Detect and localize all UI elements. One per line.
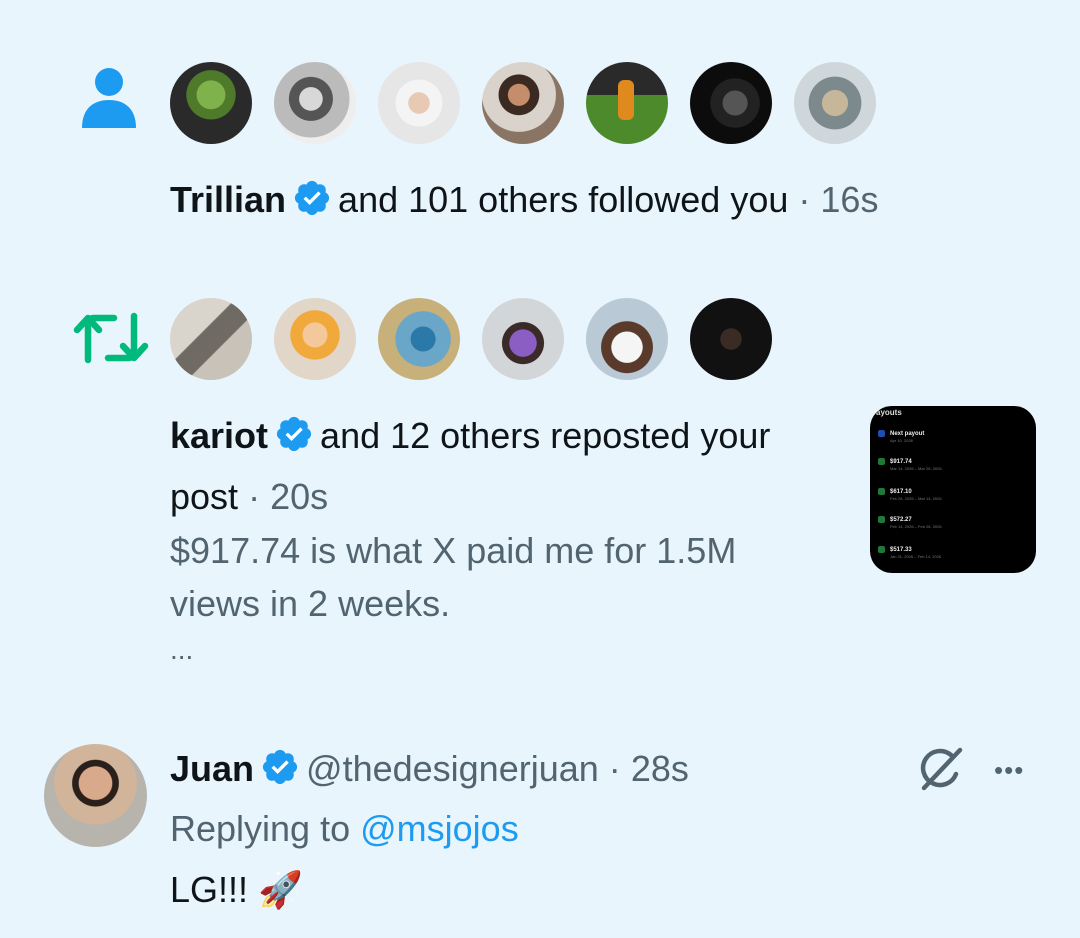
mention-link[interactable]: @msjojos <box>360 808 519 849</box>
payout-row: $517.33 Jan 31, 2026 – Feb 14, 2026 <box>878 546 941 559</box>
payout-row: $572.27 Feb 14, 2026 – Feb 28, 2026 <box>878 516 942 529</box>
avatar-man-dark[interactable] <box>690 298 772 380</box>
reply-author-avatar[interactable] <box>44 744 147 847</box>
avatar-car-interior[interactable] <box>170 298 252 380</box>
payout-row: Next payout Apr 10, 2026 <box>878 430 924 443</box>
actor-name[interactable]: Trillian <box>170 179 286 220</box>
avatar-dice[interactable] <box>690 62 772 144</box>
more-options-button[interactable]: ••• <box>994 752 1024 788</box>
avatar-woman-phone[interactable] <box>586 298 668 380</box>
post-thumbnail[interactable]: ayouts Next payout Apr 10, 2026 $917.74 Ma… <box>870 406 1036 573</box>
reply-text: LG!!! 🚀 <box>170 869 303 910</box>
timestamp[interactable]: 20s <box>270 476 328 517</box>
rocket-emoji-icon: 🚀 <box>258 869 303 910</box>
avatar-bearded-man[interactable] <box>274 62 356 144</box>
reply-author-name[interactable]: Juan <box>170 748 254 789</box>
avatar-book[interactable] <box>794 62 876 144</box>
follow-notification[interactable]: Trillian and 101 others followed you · 16… <box>0 0 1080 268</box>
repost-avatars <box>170 298 772 380</box>
avatar-soccer-player[interactable] <box>586 62 668 144</box>
payout-row: $617.10 Feb 28, 2026 – Mar 14, 2026 <box>878 488 942 501</box>
avatar-anime-ninja[interactable] <box>274 298 356 380</box>
timestamp[interactable]: 28s <box>631 748 689 789</box>
avatar-goblin[interactable] <box>170 62 252 144</box>
grok-icon[interactable] <box>918 746 966 794</box>
post-preview[interactable]: $917.74 is what X paid me for 1.5M views… <box>170 524 736 670</box>
repost-text-line2: post · 20s <box>170 476 329 517</box>
reply-handle[interactable]: @thedesignerjuan <box>306 748 599 789</box>
verified-badge-icon <box>294 180 330 216</box>
timestamp[interactable]: 16s <box>820 179 878 220</box>
follow-text: Trillian and 101 others followed you · 16… <box>170 179 879 220</box>
person-icon <box>82 68 136 128</box>
reply-header: Juan @thedesignerjuan · 28s <box>170 748 689 789</box>
avatar-woman-restaurant[interactable] <box>482 62 564 144</box>
repost-text-line1: kariot and 12 others reposted your <box>170 415 771 456</box>
verified-badge-icon <box>262 749 298 785</box>
replying-to: Replying to @msjojos <box>170 808 519 849</box>
avatar-man-office[interactable] <box>482 298 564 380</box>
follow-avatars <box>170 62 876 144</box>
payout-row: $917.74 Mar 14, 2026 – Mar 28, 2026 <box>878 458 942 471</box>
repost-icon <box>73 312 149 364</box>
actor-name[interactable]: kariot <box>170 415 268 456</box>
avatar-fantasy-scene[interactable] <box>378 298 460 380</box>
verified-badge-icon <box>276 416 312 452</box>
avatar-woman-bun[interactable] <box>378 62 460 144</box>
